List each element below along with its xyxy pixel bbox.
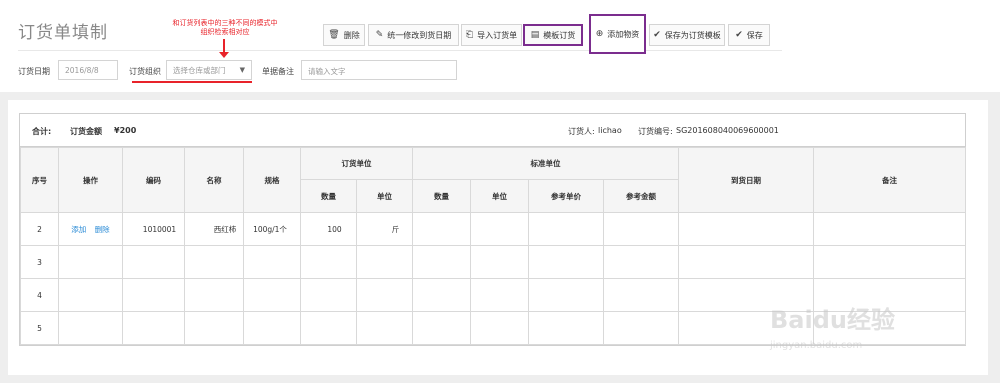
header-ref-amount: 参考金额 <box>603 179 679 213</box>
clipboard-icon: ▤ <box>530 29 540 40</box>
check-icon: ✔ <box>653 29 661 40</box>
save-label: 保存 <box>746 30 763 40</box>
template-order-label: 模板订货 <box>543 30 576 40</box>
title-divider <box>18 50 782 51</box>
header-spec: 规格 <box>243 147 301 213</box>
row-remark[interactable] <box>813 212 966 246</box>
row-std-qty <box>412 212 471 246</box>
row-ref-amount <box>603 212 679 246</box>
delete-button[interactable]: 🗑 删除 <box>323 24 365 46</box>
import-label: 导入订货单 <box>477 30 518 40</box>
page-title: 订货单填制 <box>18 23 108 43</box>
orderer-value: lichao <box>598 126 622 135</box>
remark-input[interactable]: 请输入文字 <box>301 60 457 80</box>
summary-amount-label: 订货金额 <box>70 127 102 136</box>
header-arrival-date: 到货日期 <box>678 147 814 213</box>
row-unit[interactable]: 斤 <box>356 212 413 246</box>
table-row: 4 <box>20 278 966 312</box>
row-name: 西红柿 <box>184 212 244 246</box>
check-icon: ✔ <box>735 29 743 40</box>
org-select-placeholder: 选择仓库或部门 <box>173 65 226 75</box>
order-table: 合计: 订货金额 ¥200 订货人: lichao 订货编号: SG201608… <box>19 113 966 346</box>
unify-date-button[interactable]: ✎ 统一修改到货日期 <box>368 24 459 46</box>
order-grid: 序号 操作 编码 名称 规格 订货单位 标准单位 到货日期 备注 数量 单位 数… <box>20 147 966 345</box>
header-ref-price: 参考单价 <box>528 179 604 213</box>
template-order-button[interactable]: ▤ 模板订货 <box>523 24 583 46</box>
remark-label: 单据备注 <box>262 67 294 76</box>
plus-circle-icon: ⊕ <box>595 28 604 39</box>
header-order-unit: 订货单位 <box>300 147 413 180</box>
add-material-label: 添加物资 <box>607 29 640 39</box>
order-date-input[interactable]: 2016/8/8 <box>58 60 118 80</box>
header-order-unit-name: 单位 <box>356 179 413 213</box>
header-name: 名称 <box>184 147 244 213</box>
header-bar: 订货单填制 和订货列表中的三种不同的模式中组织检索相对应 🗑 删除 ✎ 统一修改… <box>0 0 1000 92</box>
org-select[interactable]: 选择仓库或部门 ▼ <box>166 60 252 80</box>
row-ref-price <box>528 212 604 246</box>
add-material-button[interactable]: ⊕ 添加物资 <box>589 14 646 54</box>
header-index: 序号 <box>20 147 59 213</box>
row-std-unit <box>470 212 529 246</box>
row-qty-input[interactable]: 100 <box>300 212 357 246</box>
trash-icon: 🗑 <box>328 29 340 40</box>
row-index: 2 <box>20 212 59 246</box>
header-code: 编码 <box>122 147 185 213</box>
delete-label: 删除 <box>343 30 360 40</box>
table-row: 2 添加 删除 1010001 西红柿 100g/1个 100 斤 <box>20 212 966 246</box>
chevron-down-icon: ▼ <box>239 66 245 74</box>
table-row: 3 <box>20 245 966 279</box>
row-arrival-date[interactable] <box>678 212 814 246</box>
row-delete-link[interactable]: 删除 <box>95 225 110 234</box>
header-std-qty: 数量 <box>412 179 471 213</box>
order-no-label: 订货编号: <box>638 127 673 136</box>
annotation-note: 和订货列表中的三种不同的模式中组织检索相对应 <box>172 19 278 36</box>
table-row: 5 <box>20 311 966 345</box>
row-code: 1010001 <box>122 212 185 246</box>
orderer-label: 订货人: <box>568 127 595 136</box>
import-order-button[interactable]: ⎗ 导入订货单 <box>461 24 522 46</box>
unify-date-label: 统一修改到货日期 <box>387 30 452 40</box>
row-index: 5 <box>20 311 59 345</box>
summary-bar: 合计: 订货金额 ¥200 订货人: lichao 订货编号: SG201608… <box>20 114 965 147</box>
save-template-button[interactable]: ✔ 保存为订货模板 <box>649 24 725 46</box>
row-ops: 添加 删除 <box>58 212 123 246</box>
annotation-arrow-head <box>219 52 229 58</box>
annotation-underline <box>132 81 252 83</box>
row-index: 3 <box>20 245 59 279</box>
header-std-unit: 标准单位 <box>412 147 679 180</box>
pencil-icon: ✎ <box>375 29 384 40</box>
save-template-label: 保存为订货模板 <box>664 30 721 40</box>
order-date-label: 订货日期 <box>18 67 50 76</box>
header-remark: 备注 <box>813 147 966 213</box>
summary-amount-value: ¥200 <box>114 126 137 135</box>
row-add-link[interactable]: 添加 <box>71 225 86 234</box>
order-no-value: SG201608040069600001 <box>676 126 779 135</box>
header-ops: 操作 <box>58 147 123 213</box>
save-button[interactable]: ✔ 保存 <box>728 24 770 46</box>
header-order-qty: 数量 <box>300 179 357 213</box>
import-icon: ⎗ <box>465 29 474 40</box>
row-spec: 100g/1个 <box>243 212 301 246</box>
header-std-unit-name: 单位 <box>470 179 529 213</box>
row-index: 4 <box>20 278 59 312</box>
summary-total-label: 合计: <box>32 127 52 136</box>
org-label: 订货组织 <box>129 67 161 76</box>
